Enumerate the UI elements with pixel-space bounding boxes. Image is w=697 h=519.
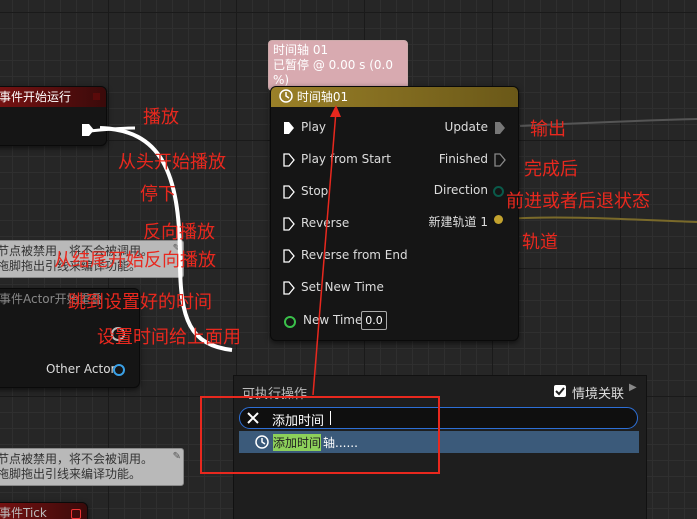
graph-canvas[interactable]: 事件开始运行 节点被禁用，将不会被调用。 拖脚拖出引线来编译功能。 ✎ 事件Ac… [0,0,697,519]
anno-finished: 完成后 [524,159,578,180]
annotation-arrow [312,110,337,396]
anno-reverse-from-end: 从结尾开始反向播放 [54,250,216,271]
anno-direction: 前进或者后退状态 [506,191,650,212]
anno-play-from-start: 从头开始播放 [118,152,226,173]
anno-update: 输出 [530,119,566,140]
highlight-box [200,396,440,474]
anno-track: 轨道 [522,232,558,253]
anno-reverse: 反向播放 [143,222,215,243]
annotation-arrowhead [330,105,341,117]
anno-set-new-time: 跳到设置好的时间 [68,292,212,313]
anno-play: 播放 [143,107,179,128]
anno-stop: 停下 [140,184,176,205]
anno-new-time: 设置时间给上面用 [97,327,241,348]
